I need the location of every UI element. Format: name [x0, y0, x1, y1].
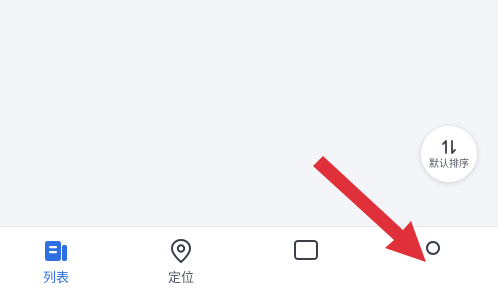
- tab-partial-icon-2[interactable]: [423, 240, 443, 264]
- map-icon: [294, 240, 318, 260]
- tab-partial-icon[interactable]: [294, 240, 318, 264]
- tab-list[interactable]: 列表: [26, 237, 86, 287]
- default-sort-button[interactable]: 默认排序: [421, 126, 477, 182]
- list-icon: [45, 241, 67, 261]
- location-pin-icon: [170, 238, 192, 264]
- sort-arrows-icon: [442, 139, 456, 154]
- profile-icon: [426, 241, 440, 255]
- tab-locate[interactable]: 定位: [151, 237, 211, 287]
- tab-list-label: 列表: [42, 271, 69, 286]
- bottom-navigation-bar: 列表 定位: [0, 226, 498, 302]
- app-screen: 默认排序 列表 定位: [0, 0, 498, 302]
- sort-label: 默认排序: [429, 158, 469, 170]
- tab-locate-label: 定位: [167, 271, 194, 286]
